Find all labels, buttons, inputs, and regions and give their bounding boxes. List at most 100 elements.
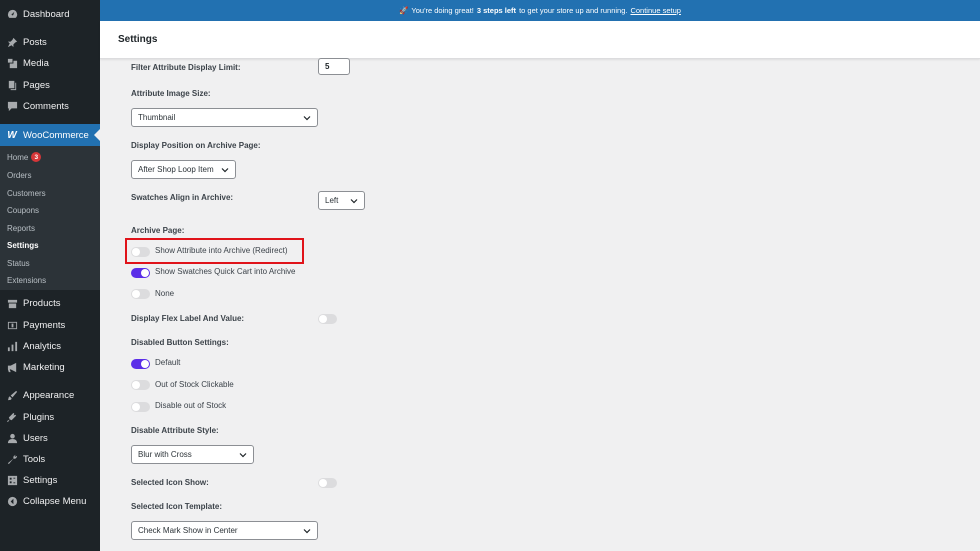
- payments-icon: [6, 319, 18, 331]
- image-size-select[interactable]: Thumbnail: [131, 108, 318, 127]
- media-icon: [6, 57, 18, 69]
- menu-label: Dashboard: [23, 8, 70, 20]
- submenu-customers[interactable]: Customers: [7, 186, 46, 200]
- menu-posts[interactable]: Posts: [0, 32, 100, 52]
- menu-label: Tools: [23, 453, 46, 465]
- menu-users[interactable]: Users: [0, 428, 100, 448]
- submenu-label: Home: [7, 152, 29, 162]
- toggle-disable-out-of-stock[interactable]: [131, 402, 150, 412]
- submenu-label: Extensions: [7, 275, 47, 285]
- chevron-down-icon: [221, 166, 229, 174]
- archive-page-label: Archive Page:: [131, 226, 185, 235]
- woo-icon: W: [7, 129, 17, 141]
- submenu-label: Status: [7, 258, 30, 268]
- select-value: Thumbnail: [138, 113, 176, 122]
- page-header: Settings: [100, 21, 980, 59]
- notice-text-middle: to get your store up and running.: [519, 6, 628, 15]
- menu-media[interactable]: Media: [0, 53, 100, 73]
- chevron-down-icon: [303, 114, 311, 122]
- page-title: Settings: [118, 34, 158, 45]
- select-value: After Shop Loop Item: [138, 165, 214, 174]
- submenu-extensions[interactable]: Extensions: [7, 273, 46, 287]
- menu-comments[interactable]: Comments: [0, 96, 100, 116]
- selected-icon-template-select[interactable]: Check Mark Show in Center: [131, 521, 318, 540]
- toggle-quick-cart-archive[interactable]: [131, 268, 150, 278]
- menu-woocommerce[interactable]: W WooCommerce: [0, 124, 100, 146]
- select-value: Check Mark Show in Center: [138, 526, 238, 535]
- dashboard-icon: [6, 8, 18, 20]
- toggle-disabled-default[interactable]: [131, 359, 150, 369]
- pin-icon: [6, 36, 18, 48]
- plugin-icon: [6, 411, 18, 423]
- menu-label: Users: [23, 432, 48, 444]
- highlight-box: [125, 238, 304, 264]
- wrench-icon: [6, 453, 18, 465]
- notice-text: You're doing great!: [411, 6, 474, 15]
- option-label: Default: [155, 358, 181, 367]
- submenu-reports[interactable]: Reports: [7, 221, 35, 235]
- menu-appearance[interactable]: Appearance: [0, 385, 100, 405]
- option-label: None: [155, 289, 175, 298]
- menu-label: Payments: [23, 319, 66, 331]
- menu-marketing[interactable]: Marketing: [0, 357, 100, 377]
- submenu-home[interactable]: Home 3: [7, 150, 42, 164]
- menu-label: Media: [23, 57, 49, 69]
- menu-label: Products: [23, 297, 61, 309]
- menu-tools[interactable]: Tools: [0, 449, 100, 469]
- menu-payments[interactable]: Payments: [0, 315, 100, 335]
- swatches-align-select[interactable]: Left: [318, 191, 365, 210]
- submenu-status[interactable]: Status: [7, 256, 30, 270]
- pages-icon: [6, 79, 18, 91]
- menu-plugins[interactable]: Plugins: [0, 407, 100, 427]
- brush-icon: [6, 389, 18, 401]
- filter-limit-label: Filter Attribute Display Limit:: [131, 63, 241, 72]
- toggle-selected-icon-show[interactable]: [318, 478, 337, 488]
- toggle-archive-none[interactable]: [131, 289, 150, 299]
- menu-dashboard[interactable]: Dashboard: [0, 4, 100, 24]
- submenu-label: Settings: [7, 240, 39, 250]
- submenu-settings[interactable]: Settings: [7, 238, 39, 252]
- select-value: Blur with Cross: [138, 450, 192, 459]
- selected-icon-template-label: Selected Icon Template:: [131, 502, 222, 511]
- submenu-label: Coupons: [7, 205, 40, 215]
- continue-setup-link[interactable]: Continue setup: [630, 6, 680, 15]
- flex-label-label: Display Flex Label And Value:: [131, 314, 245, 323]
- menu-label: Pages: [23, 79, 50, 91]
- filter-limit-input[interactable]: 5: [318, 58, 350, 75]
- megaphone-icon: [6, 361, 18, 373]
- swatches-align-label: Swatches Align in Archive:: [131, 193, 234, 202]
- submenu-label: Reports: [7, 223, 36, 233]
- menu-label: Posts: [23, 36, 47, 48]
- menu-label: Marketing: [23, 361, 65, 373]
- menu-settings[interactable]: Settings: [0, 470, 100, 490]
- menu-products[interactable]: Products: [0, 293, 100, 313]
- user-icon: [6, 432, 18, 444]
- chevron-down-icon: [303, 527, 311, 535]
- submenu-label: Customers: [7, 188, 46, 198]
- option-label: Out of Stock Clickable: [155, 380, 234, 389]
- chevron-down-icon: [239, 451, 247, 459]
- collapse-icon: [6, 495, 18, 507]
- menu-label: WooCommerce: [23, 129, 89, 141]
- disable-style-label: Disable Attribute Style:: [131, 426, 219, 435]
- display-position-select[interactable]: After Shop Loop Item: [131, 160, 236, 179]
- disabled-button-label: Disabled Button Settings:: [131, 338, 229, 347]
- menu-label: Collapse Menu: [23, 495, 87, 507]
- menu-analytics[interactable]: Analytics: [0, 336, 100, 356]
- notification-badge: 3: [31, 152, 42, 162]
- rocket-icon: 🚀: [399, 6, 409, 15]
- toggle-out-of-stock-clickable[interactable]: [131, 380, 150, 390]
- submenu-coupons[interactable]: Coupons: [7, 203, 39, 217]
- admin-sidebar: Dashboard Posts Media Pages Comments W W…: [0, 0, 100, 551]
- toggle-flex-label[interactable]: [318, 314, 337, 324]
- disable-style-select[interactable]: Blur with Cross: [131, 445, 254, 464]
- menu-pages[interactable]: Pages: [0, 75, 100, 95]
- option-label: Show Swatches Quick Cart into Archive: [155, 267, 296, 276]
- chevron-down-icon: [350, 197, 358, 205]
- submenu-orders[interactable]: Orders: [7, 168, 31, 182]
- menu-label: Plugins: [23, 411, 55, 423]
- menu-label: Analytics: [23, 340, 62, 352]
- menu-collapse[interactable]: Collapse Menu: [0, 491, 100, 511]
- woocommerce-submenu: Home 3 Orders Customers Coupons Reports …: [0, 146, 100, 290]
- setup-notice-bar: 🚀 You're doing great! 3 steps left to ge…: [100, 0, 980, 21]
